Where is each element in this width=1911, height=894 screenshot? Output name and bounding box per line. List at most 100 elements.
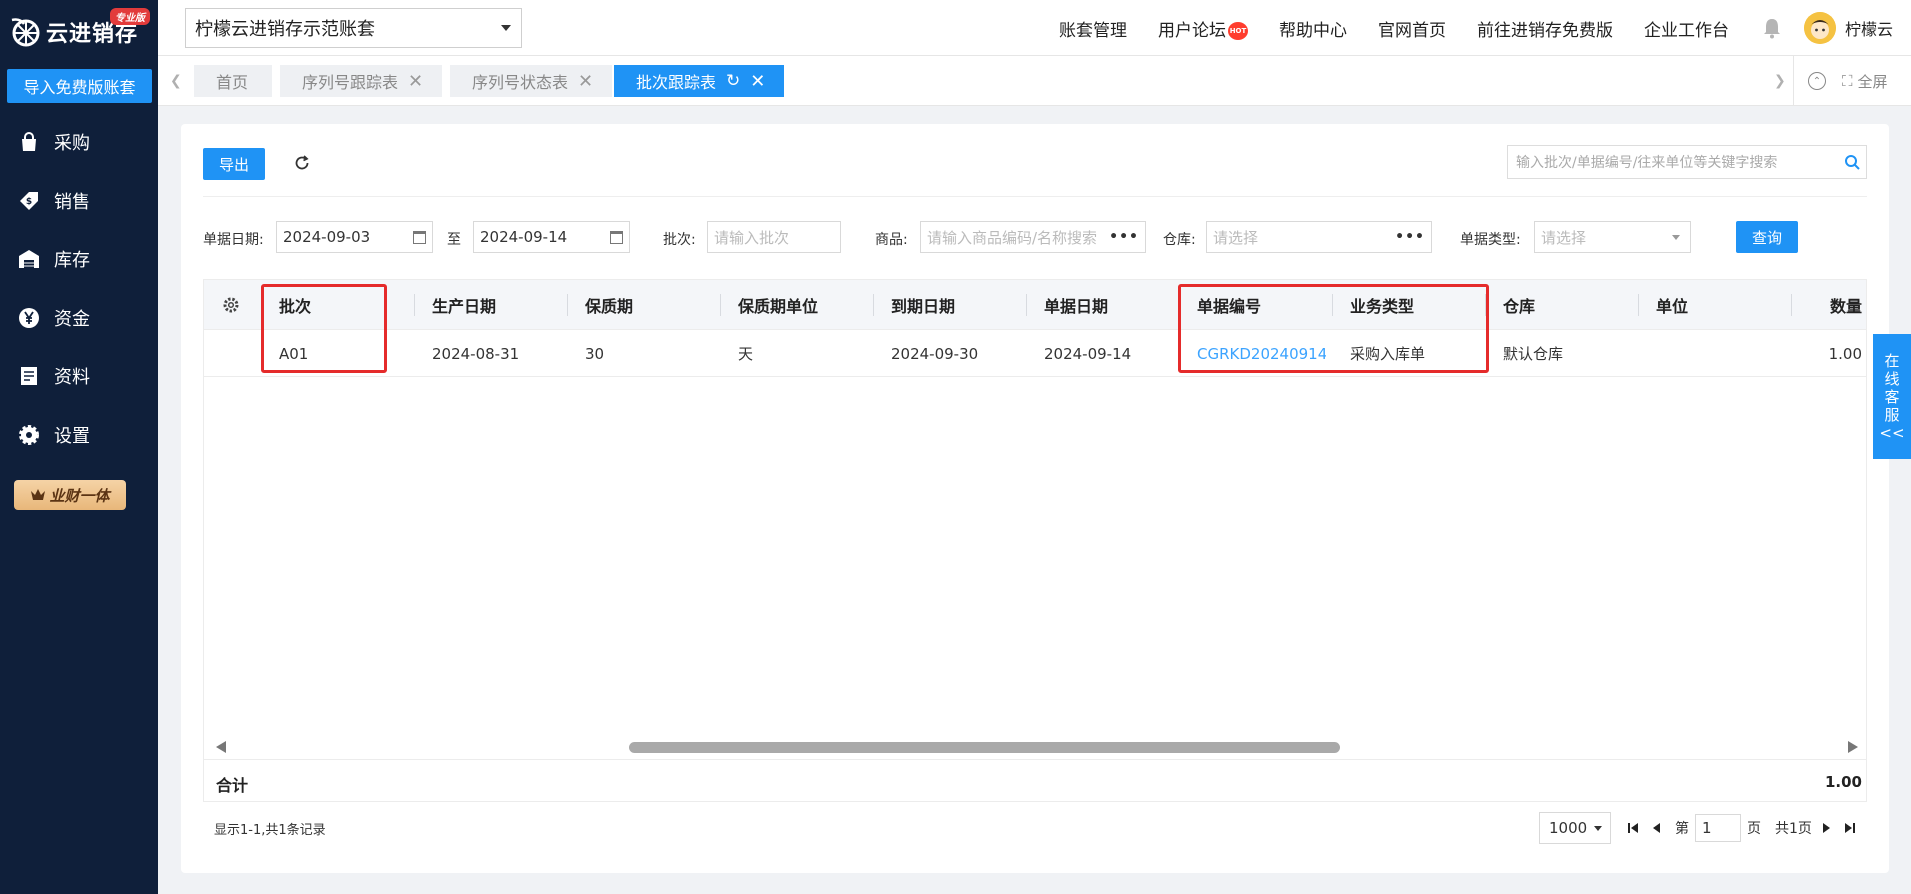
- search-placeholder: 输入批次/单据编号/往来单位等关键字搜索: [1516, 155, 1778, 171]
- col-shelf-life[interactable]: 保质期: [568, 280, 721, 330]
- date-to-input[interactable]: 2024-09-14: [473, 221, 630, 253]
- edition-badge: 专业版: [110, 8, 150, 25]
- col-warehouse[interactable]: 仓库: [1486, 280, 1639, 330]
- col-production-date[interactable]: 生产日期: [415, 280, 568, 330]
- sidebar-item-sales[interactable]: $ 销售: [0, 172, 158, 231]
- crown-icon: [31, 489, 46, 500]
- calendar-icon: [413, 231, 426, 244]
- col-shelf-life-unit[interactable]: 保质期单位: [721, 280, 874, 330]
- service-char: 服: [1884, 405, 1900, 424]
- prev-page-icon[interactable]: [1651, 822, 1663, 834]
- col-unit[interactable]: 单位: [1639, 280, 1792, 330]
- nav-free-version[interactable]: 前往进销存免费版: [1477, 16, 1613, 41]
- nav-user-forum[interactable]: 用户论坛 HOT: [1158, 16, 1248, 41]
- sidebar-item-inventory[interactable]: 库存: [0, 230, 158, 289]
- refresh-icon[interactable]: [293, 154, 311, 172]
- scroll-left-arrow-icon[interactable]: [216, 741, 226, 753]
- nav-help-center[interactable]: 帮助中心: [1279, 16, 1347, 41]
- sidebar-item-data[interactable]: 资料: [0, 347, 158, 406]
- query-button[interactable]: 查询: [1736, 221, 1798, 253]
- user-menu[interactable]: 柠檬云: [1803, 12, 1893, 44]
- last-page-icon[interactable]: [1844, 822, 1856, 834]
- tab-tools: ⌃ ⛶ 全屏: [1793, 56, 1911, 106]
- scroll-right-arrow-icon[interactable]: [1848, 741, 1858, 753]
- column-settings-icon[interactable]: [222, 296, 240, 314]
- table-header: 批次 生产日期 保质期 保质期单位 到期日期 单据日期 单据编号 业务类型 仓库…: [204, 280, 1866, 330]
- account-set-value: 柠檬云进销存示范账套: [195, 19, 375, 40]
- cell-warehouse: 默认仓库: [1503, 345, 1564, 363]
- fullscreen-icon[interactable]: ⛶: [1842, 72, 1853, 90]
- finance-integration-badge[interactable]: 业财一体: [14, 480, 126, 510]
- scrollbar-thumb[interactable]: [629, 742, 1340, 753]
- tab-scroll-right-icon[interactable]: ❯: [1774, 73, 1786, 89]
- tab-label: 序列号状态表: [472, 73, 569, 92]
- date-label: 单据日期:: [203, 232, 264, 248]
- column-header-label: 保质期单位: [738, 297, 819, 316]
- keyword-search-input[interactable]: 输入批次/单据编号/往来单位等关键字搜索: [1507, 145, 1867, 179]
- page-size-select[interactable]: 1000: [1539, 812, 1611, 844]
- table-row[interactable]: A01 2024-08-31 30 天 2024-09-30 2024-09-1…: [204, 330, 1866, 377]
- nav-account-management[interactable]: 账套管理: [1059, 16, 1127, 41]
- bell-icon[interactable]: [1760, 16, 1784, 40]
- close-icon[interactable]: ✕: [750, 71, 765, 92]
- user-name: 柠檬云: [1844, 20, 1893, 39]
- online-service-button[interactable]: 在 线 客 服 <<: [1873, 334, 1911, 459]
- tab-home[interactable]: 首页: [194, 65, 272, 97]
- col-quantity[interactable]: 数量: [1792, 280, 1866, 330]
- cell-unit: [1639, 330, 1792, 377]
- doc-type-select[interactable]: 请选择: [1534, 221, 1691, 253]
- tab-scroll-left-icon[interactable]: ❮: [170, 73, 182, 89]
- next-page-icon[interactable]: [1820, 822, 1832, 834]
- record-count: 显示1-1,共1条记录: [214, 823, 326, 838]
- sidebar-item-purchase[interactable]: 采购: [0, 113, 158, 172]
- reload-icon[interactable]: ↻: [726, 71, 740, 91]
- export-button[interactable]: 导出: [203, 148, 265, 180]
- sidebar-item-settings[interactable]: 设置: [0, 406, 158, 465]
- divider: [203, 196, 1867, 197]
- product-placeholder: 请输入商品编码/名称搜索: [927, 228, 1098, 247]
- cell-doc-date: 2024-09-14: [1044, 344, 1132, 363]
- search-icon[interactable]: [1844, 154, 1860, 170]
- tab-serial-tracking[interactable]: 序列号跟踪表 ✕: [280, 65, 442, 97]
- horizontal-scrollbar[interactable]: [204, 735, 1866, 759]
- column-header-label: 单据日期: [1044, 297, 1109, 316]
- account-set-select[interactable]: 柠檬云进销存示范账套: [185, 8, 522, 48]
- tab-serial-status[interactable]: 序列号状态表 ✕: [450, 65, 612, 97]
- caret-down-icon: [501, 25, 511, 31]
- close-icon[interactable]: ✕: [408, 71, 423, 92]
- brand-logo[interactable]: 云进销存 专业版: [10, 8, 156, 56]
- sales-tag-icon: $: [20, 191, 38, 210]
- date-from-input[interactable]: 2024-09-03: [276, 221, 433, 253]
- batch-input[interactable]: 请输入批次: [707, 221, 841, 253]
- cell-shelf-life-unit: 天: [738, 345, 754, 363]
- import-free-account-button[interactable]: 导入免费版账套: [7, 69, 152, 103]
- sidebar-item-label: 采购: [54, 133, 90, 155]
- cell-shelf-life: 30: [585, 344, 605, 363]
- nav-enterprise-workbench[interactable]: 企业工作台: [1644, 16, 1729, 41]
- product-input[interactable]: 请输入商品编码/名称搜索 •••: [920, 221, 1146, 253]
- service-expand: <<: [1879, 423, 1905, 442]
- more-icon[interactable]: •••: [1109, 229, 1139, 245]
- avatar-face-icon: [1803, 12, 1836, 44]
- col-expiry-date[interactable]: 到期日期: [874, 280, 1027, 330]
- content-card: 导出 输入批次/单据编号/往来单位等关键字搜索 单据日期: 2024-09-03…: [181, 124, 1889, 873]
- warehouse-placeholder: 请选择: [1213, 228, 1259, 247]
- more-icon[interactable]: •••: [1395, 229, 1425, 245]
- tab-batch-tracking[interactable]: 批次跟踪表 ↻ ✕: [614, 65, 784, 97]
- service-char: 线: [1884, 369, 1900, 388]
- nav-official-site[interactable]: 官网首页: [1378, 16, 1446, 41]
- col-doc-date[interactable]: 单据日期: [1027, 280, 1180, 330]
- date-from-value: 2024-09-03: [283, 228, 371, 246]
- column-header-label: 到期日期: [891, 297, 956, 316]
- doc-type-placeholder: 请选择: [1541, 228, 1587, 247]
- fullscreen-label[interactable]: 全屏: [1858, 71, 1888, 92]
- first-page-icon[interactable]: [1627, 822, 1639, 834]
- close-icon[interactable]: ✕: [578, 71, 593, 92]
- cell-quantity: 1.00: [1828, 344, 1862, 363]
- warehouse-input[interactable]: 请选择 •••: [1206, 221, 1432, 253]
- sidebar-item-funds[interactable]: 资金: [0, 289, 158, 348]
- tab-bar: ❮ 首页 序列号跟踪表 ✕ 序列号状态表 ✕ 批次跟踪表 ↻ ✕ ❯ ⌃ ⛶ 全…: [158, 56, 1911, 106]
- collapse-up-icon[interactable]: ⌃: [1808, 72, 1826, 90]
- page-number-input[interactable]: 1: [1695, 814, 1741, 842]
- total-label: 合计: [216, 776, 249, 795]
